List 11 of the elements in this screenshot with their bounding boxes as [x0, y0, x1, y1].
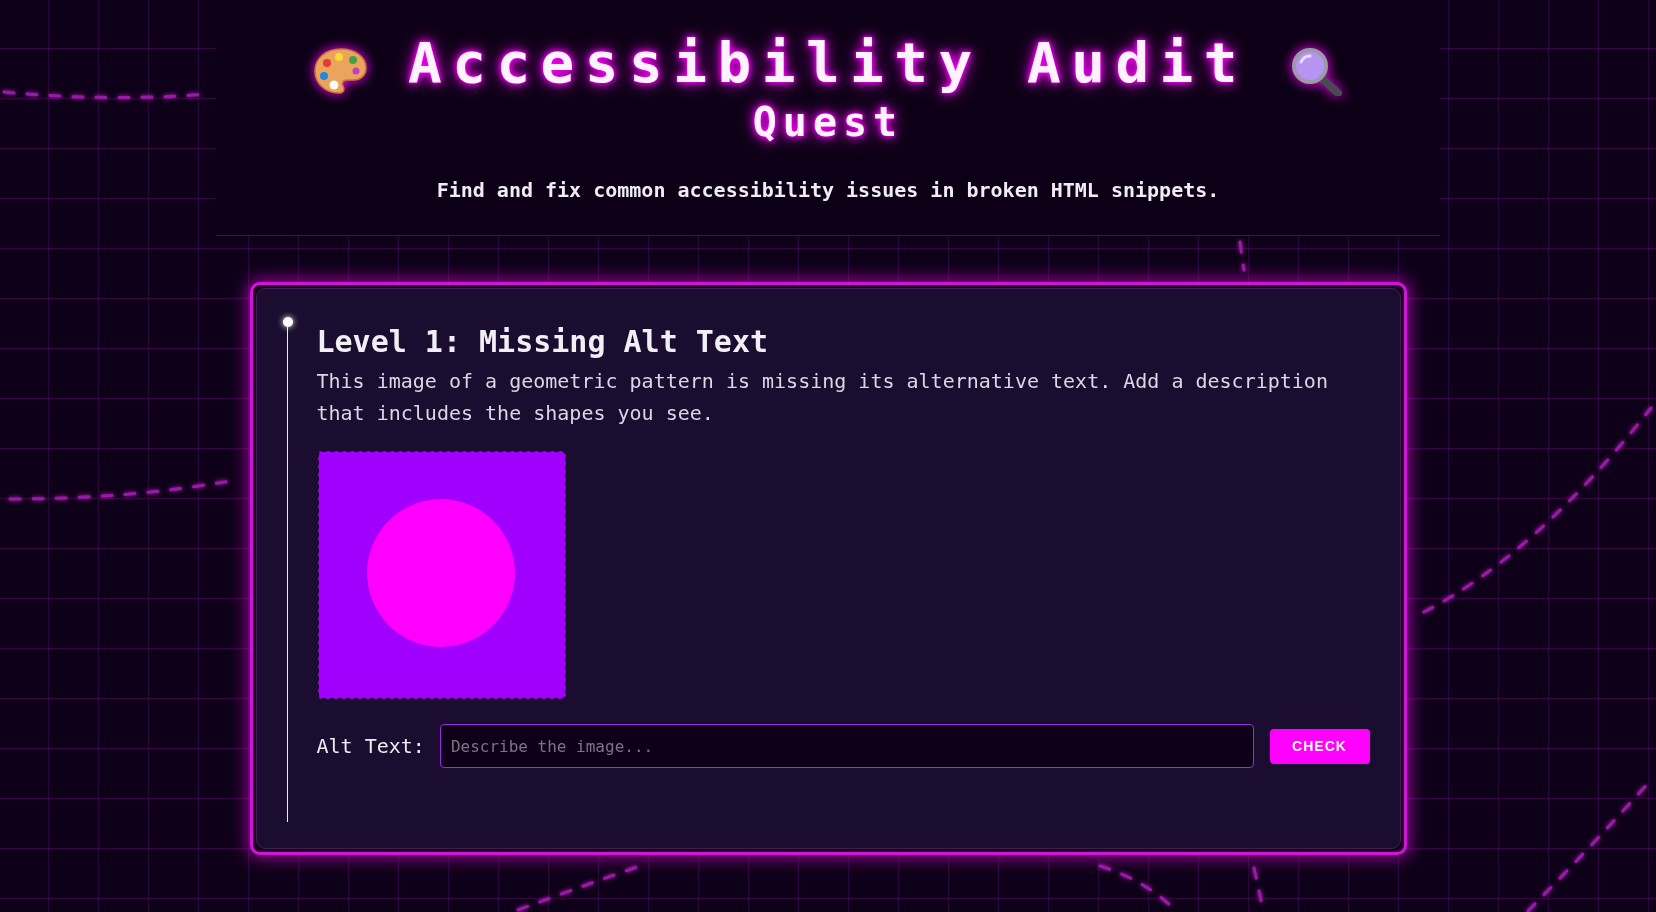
- app-title: Quest: [752, 98, 904, 146]
- palette-icon: [312, 46, 368, 96]
- level-title: Level 1: Missing Alt Text: [316, 324, 770, 360]
- timeline-dot-icon: [282, 317, 293, 327]
- dashed-curve: [1238, 240, 1246, 272]
- app-title: Accessibility Audit: [407, 31, 1249, 95]
- alt-text-input[interactable]: Describe the image...: [439, 724, 1254, 768]
- check-button[interactable]: CHECK: [1269, 728, 1370, 764]
- level-description: This image of a geometric pattern is missing its alternative text. Add a description that includes the shapes you see.: [316, 368, 1329, 427]
- alt-text-label: Alt Text:: [316, 733, 425, 760]
- app-subtitle: Find and fix common accessibility issues in broken HTML snippets.: [436, 177, 1220, 204]
